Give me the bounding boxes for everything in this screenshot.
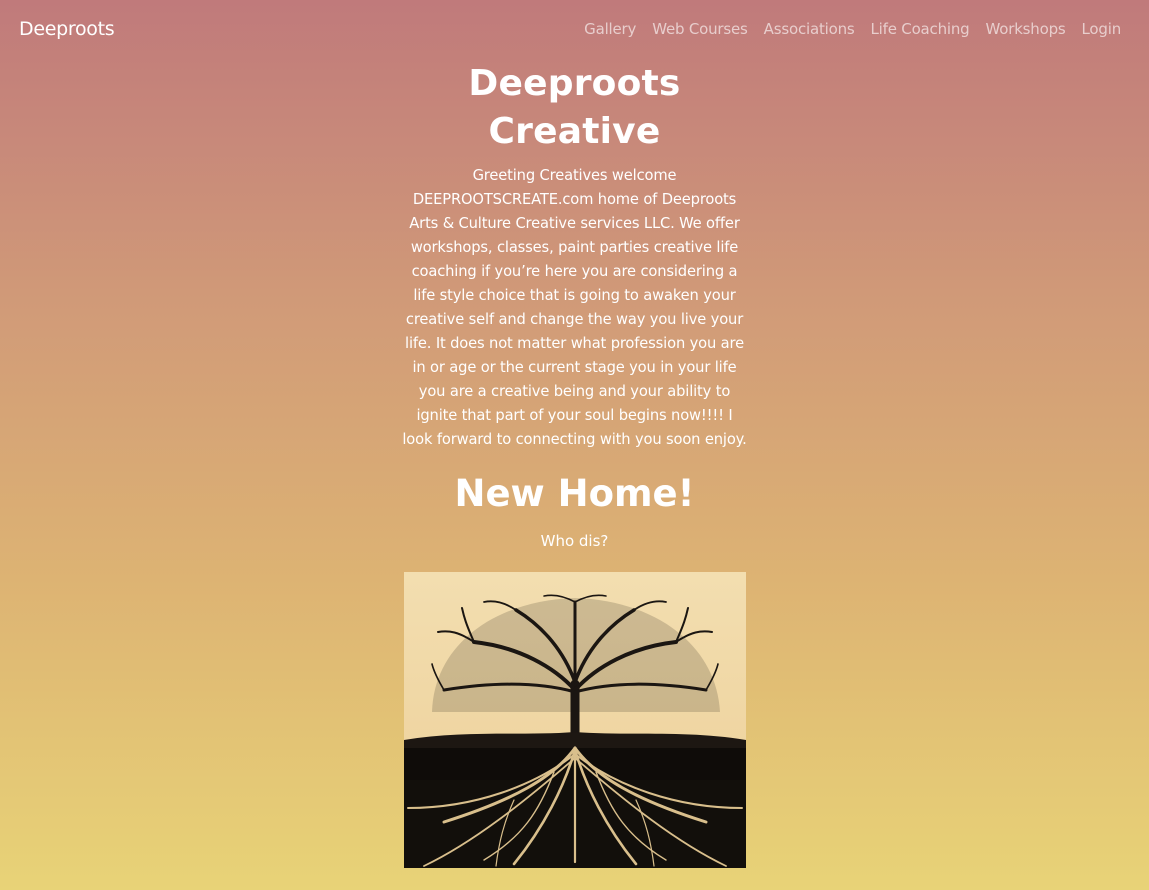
brand-link[interactable]: Deeproots bbox=[19, 17, 115, 41]
nav-link-workshops[interactable]: Workshops bbox=[986, 19, 1066, 39]
nav-link-life-coaching[interactable]: Life Coaching bbox=[871, 19, 970, 39]
tree-of-life-image bbox=[403, 572, 746, 868]
nav-link-web-courses[interactable]: Web Courses bbox=[652, 19, 748, 39]
navbar: Deeproots Gallery Web Courses Associatio… bbox=[0, 0, 1149, 56]
page-title: Deeproots Creative bbox=[468, 63, 681, 152]
lead-text: Who dis? bbox=[540, 532, 609, 550]
nav-link-associations[interactable]: Associations bbox=[764, 19, 855, 39]
nav-links: Gallery Web Courses Associations Life Co… bbox=[584, 19, 1121, 39]
main-content: Deeproots Creative Greeting Creatives we… bbox=[0, 60, 1149, 868]
nav-link-login[interactable]: Login bbox=[1082, 19, 1122, 39]
new-home-heading: New Home! bbox=[454, 472, 695, 515]
intro-paragraph: Greeting Creatives welcome DEEPROOTSCREA… bbox=[402, 167, 747, 448]
nav-link-gallery[interactable]: Gallery bbox=[584, 19, 636, 39]
